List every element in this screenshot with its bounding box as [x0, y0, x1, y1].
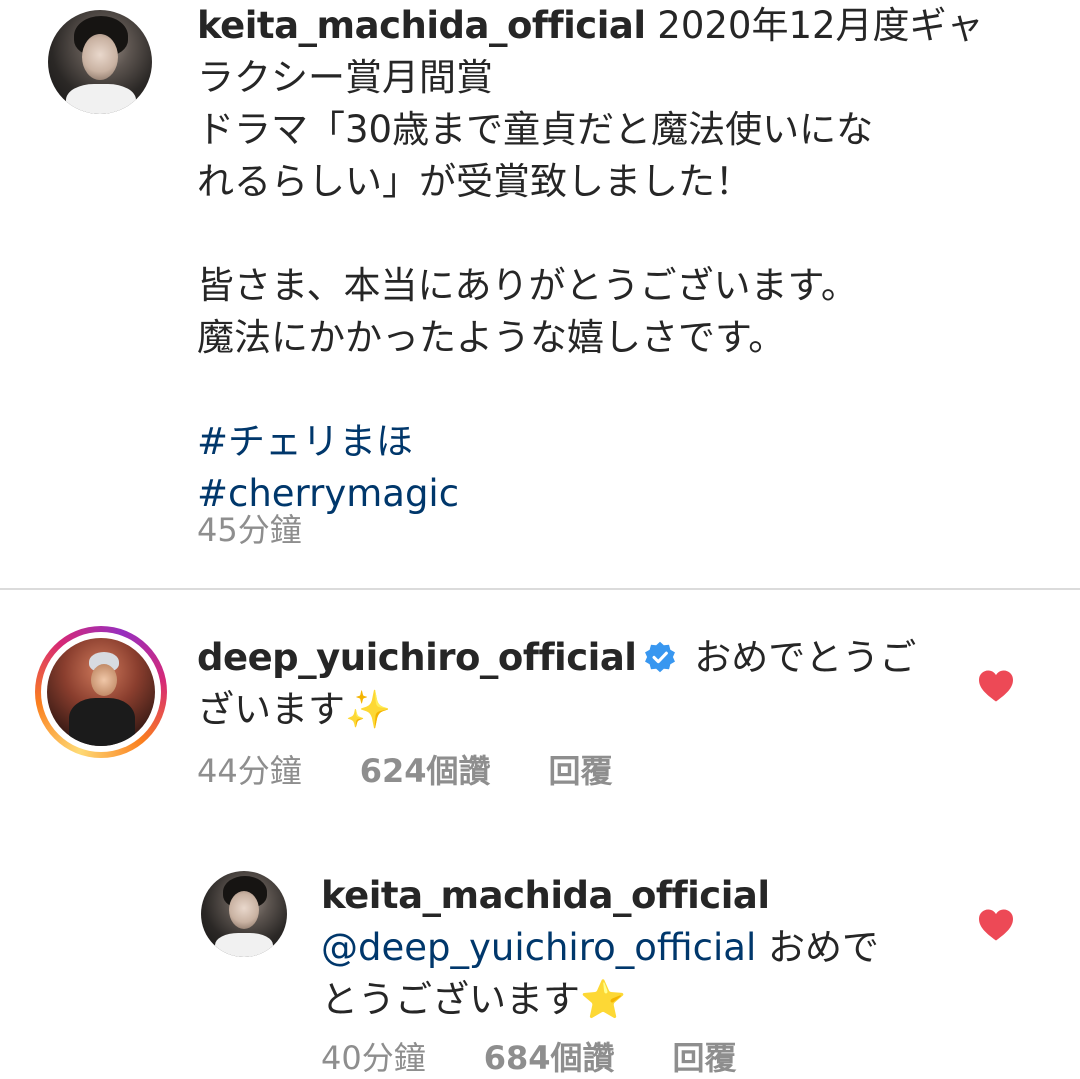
reply-avatar[interactable] [201, 871, 287, 957]
comment-likes[interactable]: 624個讚 [360, 752, 491, 790]
comment-text: ざいます✨ [197, 688, 392, 731]
reply-likes[interactable]: 684個讚 [484, 1039, 615, 1077]
caption-line: れるらしい」が受賞致しました！ [197, 160, 752, 203]
comment-like-heart-icon[interactable] [977, 669, 1015, 703]
divider [0, 588, 1080, 590]
reply-username[interactable]: keita_machida_official [321, 874, 770, 917]
reply-like-heart-icon[interactable] [977, 908, 1015, 942]
mention-link[interactable]: @deep_yuichiro_official [321, 926, 756, 969]
comment-username[interactable]: deep_yuichiro_official [197, 636, 637, 679]
comment-body: deep_yuichiro_official おめでとうご ざいます✨ [197, 632, 957, 736]
comment-time: 44分鐘 [197, 752, 302, 790]
reply-time: 40分鐘 [321, 1039, 426, 1077]
post-meta: 45分鐘 [197, 510, 360, 550]
post-time: 45分鐘 [197, 511, 302, 549]
comment-text: おめでとうご [682, 636, 917, 679]
caption-line: 皆さま、本当にありがとうございます。 [197, 264, 858, 307]
comment-reply-button[interactable]: 回覆 [549, 752, 613, 790]
hashtag-link[interactable]: #cherrymagic [197, 472, 459, 515]
reply-text: とうございます⭐ [321, 978, 627, 1021]
caption-line: ラクシー賞月間賞 [197, 56, 493, 99]
reply-text: おめで [756, 926, 879, 969]
caption-line: ドラマ「30歳まで童貞だと魔法使いにな [197, 108, 874, 151]
post-username[interactable]: keita_machida_official [197, 4, 646, 47]
comment-avatar[interactable] [47, 638, 155, 746]
caption-line: 2020年12月度ギャ [645, 4, 984, 47]
post-avatar[interactable] [48, 10, 152, 114]
reply-reply-button[interactable]: 回覆 [673, 1039, 737, 1077]
verified-badge-icon [644, 641, 675, 673]
post-caption: keita_machida_official 2020年12月度ギャ ラクシー賞… [197, 0, 1057, 520]
caption-line: 魔法にかかったような嬉しさです。 [197, 316, 786, 359]
comment-meta: 44分鐘 624個讚 回覆 [197, 751, 671, 791]
reply-meta: 40分鐘 684個讚 回覆 [321, 1038, 795, 1078]
reply-body: keita_machida_official @deep_yuichiro_of… [321, 870, 941, 1026]
hashtag-link[interactable]: #チェリまほ [197, 420, 413, 463]
